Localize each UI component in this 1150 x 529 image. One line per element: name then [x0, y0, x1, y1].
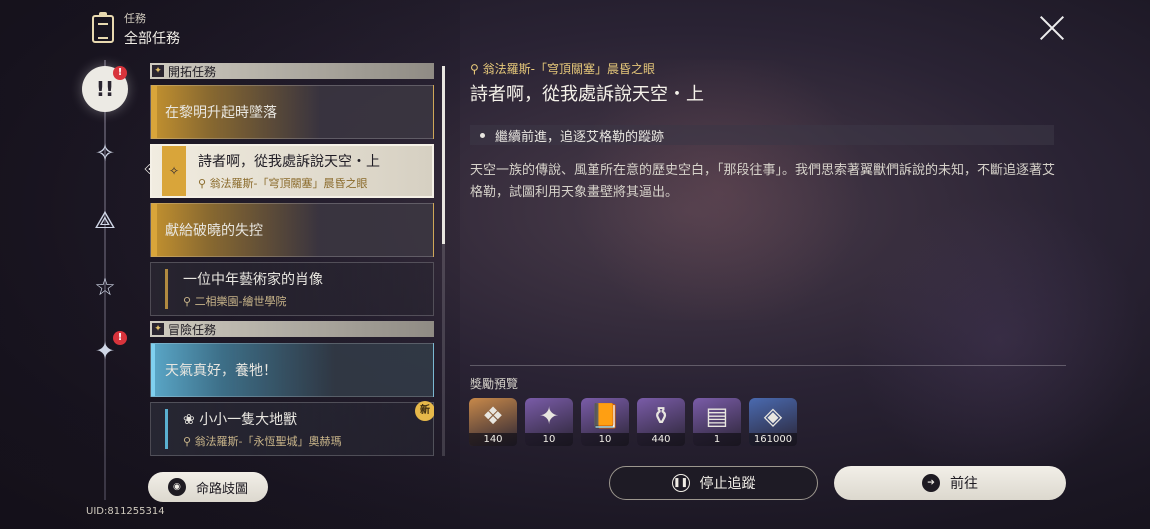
clipboard-icon — [92, 12, 114, 43]
go-button[interactable]: ➔ 前往 — [834, 466, 1066, 500]
quest-item[interactable]: 天氣真好，養牠！ — [150, 343, 434, 397]
path-map-button[interactable]: ◉ 命路歧圖 — [148, 472, 268, 502]
reward-item[interactable]: 📙 10 — [581, 398, 629, 446]
quest-item[interactable]: ❀ 小小一隻大地獸 ⚲ 翁法羅斯-「永恆聖城」奧赫瑪 新 — [150, 401, 434, 456]
scrollbar-thumb[interactable] — [442, 66, 445, 244]
planet-icon: ◉ — [167, 478, 186, 496]
category-companion-icon[interactable]: ⟁ — [85, 200, 125, 240]
book-icon: 📙 — [590, 402, 620, 430]
alert-badge: ! — [113, 66, 127, 80]
adventure-section-icon: ✦ — [152, 323, 164, 335]
reward-count: 10 — [525, 433, 573, 446]
detail-title: 詩者啊，從我處訴說天空・上 — [470, 84, 704, 105]
reward-item[interactable]: ❖ 140 — [469, 398, 517, 446]
divider — [470, 365, 1066, 366]
pause-icon: ❚❚ — [671, 474, 690, 492]
quest-objective: 繼續前進，追逐艾格勒的蹤跡 — [470, 125, 1054, 145]
quest-description: 天空一族的傳說、風堇所在意的歷史空白，「那段往事」。我們思索著翼獸們訴說的未知，… — [470, 163, 1056, 200]
reward-count: 1 — [693, 433, 741, 446]
reward-item[interactable]: ⚱ 440 — [637, 398, 685, 446]
reward-count: 161000 — [749, 433, 797, 446]
stop-tracking-button[interactable]: ❚❚ 停止追蹤 — [609, 466, 818, 500]
quest-item[interactable]: 獻給破曉的失控 — [150, 203, 434, 257]
quest-location: ⚲ 二相樂園-繪世學院 — [183, 295, 287, 308]
reward-item[interactable]: ◈ 161000 — [749, 398, 797, 446]
page-title: 全部任務 — [124, 31, 180, 47]
category-adventure-icon[interactable]: ☆ — [85, 267, 125, 307]
credit-icon: ◈ — [763, 402, 783, 430]
rewards-title: 獎勵預覽 — [470, 377, 519, 391]
relic-box-icon: ▤ — [705, 402, 729, 430]
reward-count: 440 — [637, 433, 685, 446]
category-trailblaze-icon[interactable]: ✧ — [85, 133, 125, 173]
quest-item-selected[interactable]: ✧ 詩者啊，從我處訴說天空・上 ⚲ 翁法羅斯-「穹頂關塞」晨昏之眼 — [150, 144, 434, 198]
reward-count: 140 — [469, 433, 517, 446]
quest-location: ⚲ 翁法羅斯-「穹頂關塞」晨昏之眼 — [198, 177, 368, 190]
trailblaze-section-icon: ✦ — [152, 65, 164, 77]
reward-item[interactable]: ✦ 10 — [525, 398, 573, 446]
quest-location: ⚲ 翁法羅斯-「永恆聖城」奧赫瑪 — [183, 435, 342, 448]
section-header-adventure: ✦ 冒險任務 — [150, 321, 434, 337]
reward-count: 10 — [581, 433, 629, 446]
quest-list: ✦ 開拓任務 在黎明升起時墜落 ✧ 詩者啊，從我處訴說天空・上 ⚲ 翁法羅斯-「… — [150, 63, 434, 458]
quest-mark-icon: ✧ — [162, 146, 186, 196]
exp-potion-icon: ⚱ — [650, 402, 672, 430]
page-header: 任務 全部任務 — [92, 10, 180, 48]
quest-list-scrollbar[interactable] — [442, 66, 445, 456]
close-icon[interactable] — [1038, 14, 1066, 42]
header-category: 任務 — [124, 12, 146, 25]
quest-item[interactable]: 在黎明升起時墜落 — [150, 85, 434, 139]
arrow-right-icon: ➔ — [922, 474, 940, 492]
rewards-list: ❖ 140 ✦ 10 📙 10 ⚱ 440 ▤ 1 ◈ 161000 — [469, 398, 797, 446]
crystal-icon: ❖ — [482, 402, 504, 430]
special-pass-icon: ✦ — [538, 402, 560, 430]
uid-label: UID:811255314 — [86, 506, 165, 517]
alert-badge: ! — [113, 331, 127, 345]
reward-item[interactable]: ▤ 1 — [693, 398, 741, 446]
new-badge: 新 — [415, 401, 434, 421]
quest-item[interactable]: 一位中年藝術家的肖像 ⚲ 二相樂園-繪世學院 — [150, 262, 434, 316]
detail-location: ⚲ 翁法羅斯-「穹頂關塞」晨昏之眼 — [470, 62, 655, 76]
bullet-icon — [480, 132, 485, 138]
section-header-trailblaze: ✦ 開拓任務 — [150, 63, 434, 79]
